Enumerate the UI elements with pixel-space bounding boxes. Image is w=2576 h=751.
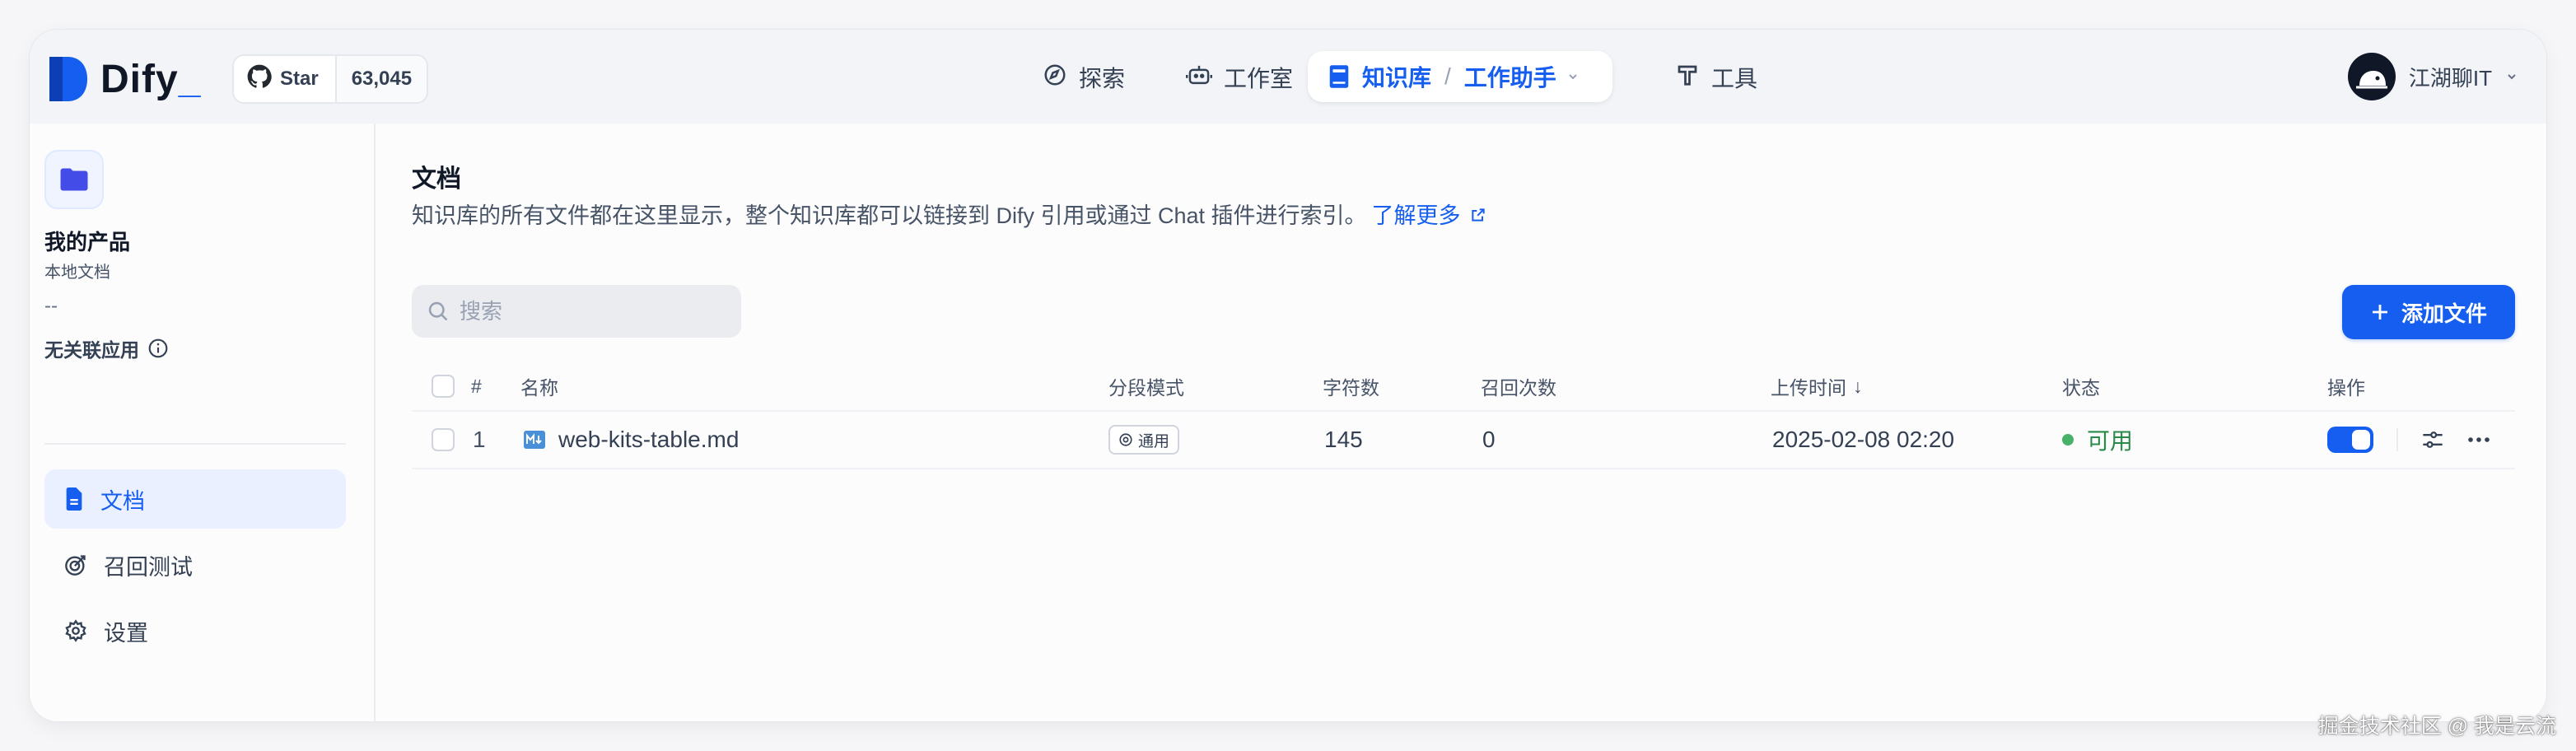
nav-knowledge-breadcrumb[interactable]: 知识库 / 工作助手 — [1308, 51, 1612, 102]
row-index: 1 — [473, 427, 486, 452]
page-description: 知识库的所有文件都在这里显示，整个知识库都可以链接到 Dify 引用或通过 Ch… — [412, 198, 1486, 230]
row-checkbox-cell[interactable] — [432, 412, 455, 468]
status-label: 可用 — [2087, 428, 2134, 454]
linked-apps-label: 无关联应用 — [44, 339, 139, 361]
sort-arrow-icon: ↓ — [1853, 375, 1863, 397]
documents-main: 文档 知识库的所有文件都在这里显示，整个知识库都可以链接到 Dify 引用或通过… — [374, 124, 2546, 721]
top-header: Dify_ Star 63,045 探索 工作室 知识库 / 工作助手 工具 江… — [30, 30, 2546, 124]
learn-more-link[interactable]: 了解更多 — [1372, 203, 1487, 228]
brand-name: Dify_ — [100, 57, 202, 101]
chevron-down-icon[interactable] — [1566, 70, 1580, 83]
chunk-mode-badge: 通用 — [1108, 425, 1180, 455]
nav-tools[interactable]: 工具 — [1675, 51, 1757, 104]
upload-time: 2025-02-08 02:20 — [1772, 427, 1955, 452]
column-header: 召回次数 — [1481, 377, 1556, 399]
document-name[interactable]: web-kits-table.md — [558, 427, 739, 453]
book-icon — [1328, 64, 1351, 89]
document-icon — [64, 487, 84, 511]
sidebar-item-label: 设置 — [104, 620, 148, 646]
github-star-label: Star — [280, 68, 319, 90]
current-dataset-label[interactable]: 工作助手 — [1464, 60, 1556, 93]
breadcrumb-separator: / — [1444, 63, 1451, 89]
row-actions — [2327, 412, 2490, 468]
github-star-count: 63,045 — [334, 56, 427, 102]
settings-sliders-icon[interactable] — [2421, 429, 2444, 450]
nav-explore[interactable]: 探索 — [1043, 51, 1125, 104]
enable-toggle[interactable] — [2327, 427, 2373, 453]
github-star-button[interactable]: Star — [234, 56, 335, 102]
chunk-mode-cell: 通用 — [1108, 412, 1180, 468]
hammer-icon — [1675, 63, 1700, 93]
nav-knowledge-label[interactable]: 知识库 — [1362, 60, 1431, 93]
external-link-icon — [1464, 203, 1487, 228]
column-header: 操作 — [2327, 377, 2365, 399]
char-count: 145 — [1324, 427, 1363, 452]
status-dot-icon — [2062, 434, 2074, 445]
sidebar-item-label: 召回测试 — [104, 554, 193, 580]
upload-time-sort-header[interactable]: 上传时间 ↓ — [1771, 362, 1863, 410]
document-name-cell[interactable]: web-kits-table.md — [524, 412, 739, 468]
user-menu[interactable]: 江湖聊IT — [2347, 51, 2518, 102]
info-icon[interactable] — [147, 338, 169, 359]
column-header: 分段模式 — [1108, 377, 1184, 399]
search-icon — [427, 300, 450, 323]
column-header: 状态 — [2062, 377, 2100, 399]
chunk-mode-label: 通用 — [1138, 432, 1170, 450]
github-icon — [247, 64, 272, 95]
dify-logo-icon — [48, 55, 89, 103]
app-window: Dify_ Star 63,045 探索 工作室 知识库 / 工作助手 工具 江… — [30, 30, 2546, 721]
table-header-row: # 名称 分段模式 字符数 召回次数 上传时间 ↓ 状态 操作 — [412, 362, 2515, 412]
folder-icon — [44, 150, 104, 209]
nav-studio[interactable]: 工作室 — [1186, 51, 1293, 104]
dify-logo[interactable]: Dify_ — [48, 54, 201, 104]
nav-explore-label: 探索 — [1079, 66, 1126, 91]
status-badge: 可用 — [2062, 412, 2133, 468]
compass-icon — [1043, 63, 1067, 93]
page-description-text: 知识库的所有文件都在这里显示，整个知识库都可以链接到 Dify 引用或通过 Ch… — [412, 203, 1367, 228]
sidebar-item-label: 文档 — [100, 488, 145, 514]
page-title: 文档 — [412, 166, 461, 193]
gear-icon — [1118, 432, 1133, 447]
target-icon — [64, 553, 87, 576]
plus-icon — [2370, 302, 2390, 322]
dataset-description: -- — [44, 295, 58, 317]
nav-tools-label: 工具 — [1711, 66, 1758, 91]
select-all-checkbox-cell[interactable] — [432, 362, 455, 410]
documents-table: # 名称 分段模式 字符数 召回次数 上传时间 ↓ 状态 操作 1 web-ki… — [412, 362, 2515, 469]
sidebar-divider — [44, 443, 346, 445]
column-header-label: 上传时间 — [1771, 377, 1846, 399]
chevron-down-icon — [2505, 70, 2518, 83]
add-file-button[interactable]: 添加文件 — [2342, 285, 2515, 339]
markdown-file-icon — [524, 430, 545, 450]
dataset-name: 我的产品 — [44, 230, 131, 254]
robot-icon — [1186, 63, 1212, 93]
hit-count: 0 — [1482, 427, 1496, 452]
search-input[interactable] — [458, 297, 725, 325]
column-header: 名称 — [520, 377, 558, 399]
dataset-type: 本地文档 — [44, 264, 110, 282]
column-header: 字符数 — [1323, 377, 1379, 399]
sidebar-item-settings[interactable]: 设置 — [44, 601, 346, 660]
search-box[interactable] — [412, 285, 741, 338]
gear-icon — [64, 619, 87, 642]
row-checkbox[interactable] — [432, 428, 455, 451]
table-row[interactable]: 1 web-kits-table.md 通用 145 0 2025-02-08 … — [412, 412, 2515, 469]
column-header: # — [471, 375, 482, 397]
more-options-icon[interactable] — [2467, 436, 2490, 443]
linked-apps: 无关联应用 — [44, 334, 169, 362]
sidebar-item-documents[interactable]: 文档 — [44, 469, 346, 529]
add-file-label: 添加文件 — [2401, 301, 2487, 326]
watermark: 掘金技术社区 @ 我是云流 — [2317, 715, 2556, 738]
avatar[interactable] — [2347, 53, 2396, 100]
nav-studio-label: 工作室 — [1224, 66, 1294, 91]
actions-divider — [2396, 428, 2398, 451]
github-star-widget[interactable]: Star 63,045 — [232, 54, 429, 104]
user-name: 江湖聊IT — [2408, 65, 2492, 91]
select-all-checkbox[interactable] — [432, 375, 455, 398]
sidebar-item-retrieval-test[interactable]: 召回测试 — [44, 535, 346, 595]
dataset-sidebar: 我的产品 本地文档 -- 无关联应用 文档 召回测试 设置 — [30, 124, 376, 721]
